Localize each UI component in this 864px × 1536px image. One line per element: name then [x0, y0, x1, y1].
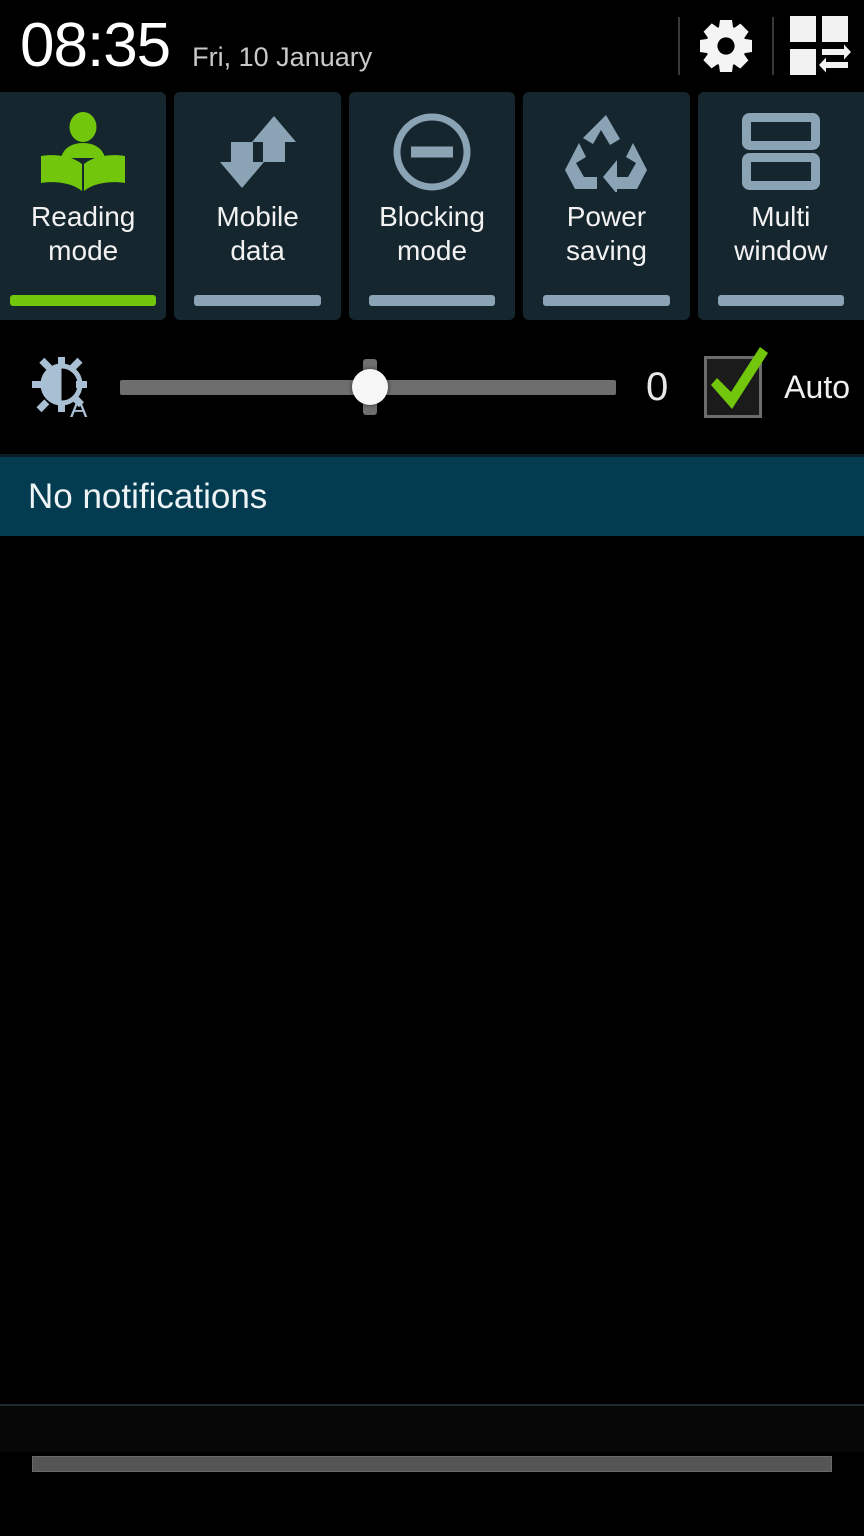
shade-handle-area[interactable] [0, 1452, 864, 1490]
recycle-arrows-icon [563, 112, 649, 192]
toggle-tile-label: Blocking mode [379, 201, 485, 266]
toggle-state-indicator [543, 295, 670, 306]
shade-drag-handle[interactable] [32, 1456, 832, 1472]
no-notifications-text: No notifications [28, 476, 268, 516]
brightness-value: 0 [646, 364, 669, 409]
header-actions [676, 0, 864, 92]
clock-group[interactable]: 08:35 Fri, 10 January [0, 15, 372, 77]
auto-brightness-label: Auto [784, 368, 850, 405]
brightness-slider[interactable] [120, 357, 617, 417]
brightness-row: A 0 Auto [0, 320, 864, 454]
toggle-tile-blocking-mode[interactable]: Blocking mode [348, 92, 516, 320]
toggle-tile-mobile-data[interactable]: Mobile data [174, 92, 341, 320]
toggle-state-indicator [368, 295, 496, 306]
toggle-tile-label: Mobile data [216, 201, 299, 266]
toggle-tile-power-saving[interactable]: Power saving [523, 92, 690, 320]
clock-date: Fri, 10 January [192, 42, 373, 72]
toggle-state-indicator [10, 295, 157, 306]
toggle-tile-label: Multi window [734, 201, 828, 266]
do-not-disturb-circle-icon [391, 112, 473, 192]
notification-shade: 08:35 Fri, 10 January Reading mode Mobil… [0, 0, 864, 1536]
multi-window-split-icon [740, 112, 822, 192]
svg-text:A: A [70, 393, 88, 419]
header-divider-2 [772, 17, 774, 75]
auto-brightness-group[interactable]: Auto [704, 347, 850, 418]
reading-person-book-icon [37, 112, 129, 192]
settings-button[interactable] [682, 0, 770, 92]
slider-thumb[interactable] [352, 369, 389, 405]
toggle-state-indicator [717, 295, 845, 306]
slider-thumb-container[interactable] [344, 357, 396, 417]
clock-time: 08:35 [20, 11, 171, 80]
no-notifications-bar: No notifications [0, 457, 864, 536]
quick-settings-button[interactable] [776, 0, 864, 92]
shade-header: 08:35 Fri, 10 January [0, 0, 864, 92]
shade-footer [0, 1406, 864, 1490]
quick-toggle-row: Reading mode Mobile data Blocking mode P… [0, 92, 864, 320]
mobile-data-arrows-icon [217, 112, 299, 192]
gear-icon [694, 14, 758, 78]
auto-brightness-checkbox[interactable] [704, 347, 769, 418]
toggle-tile-label: Reading mode [31, 201, 136, 266]
header-divider-1 [678, 17, 680, 75]
toggle-tile-label: Power saving [565, 201, 647, 266]
quick-settings-grid-icon [789, 15, 851, 77]
toggle-state-indicator [194, 295, 321, 306]
brightness-auto-icon: A [30, 355, 92, 419]
toggle-tile-multi-window[interactable]: Multi window [697, 92, 864, 320]
toggle-tile-reading-mode[interactable]: Reading mode [0, 92, 167, 320]
notification-list-empty-area [0, 536, 864, 1404]
